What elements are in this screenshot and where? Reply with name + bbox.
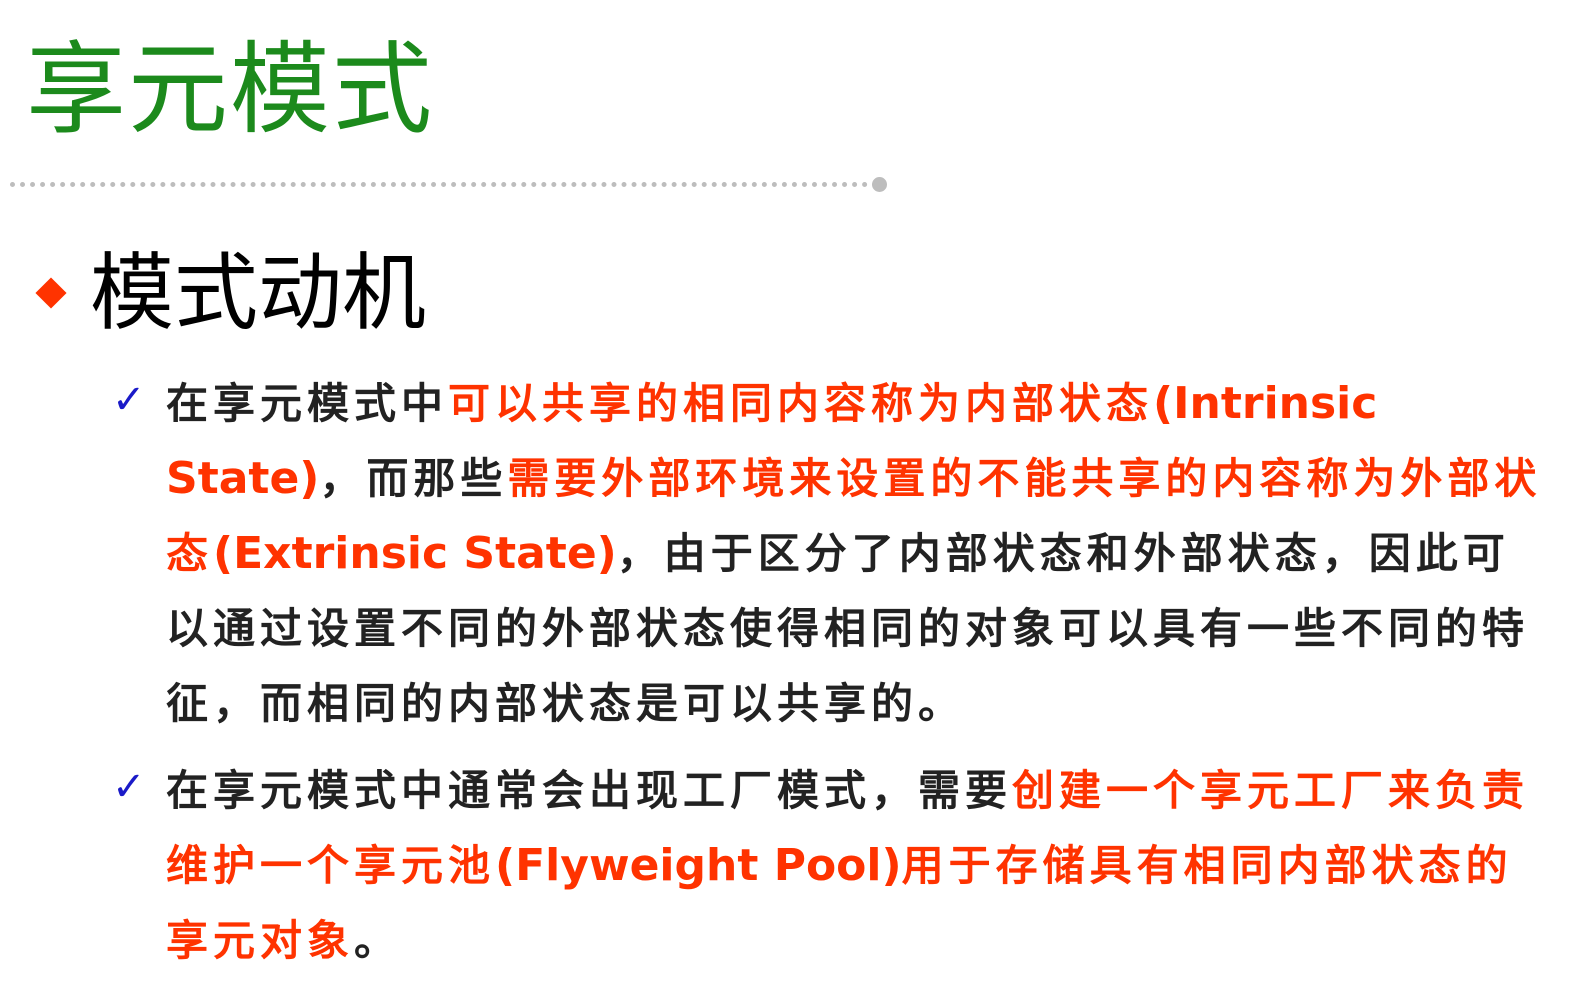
diamond-bullet-icon <box>35 277 67 309</box>
checkmark-icon: ✓ <box>112 764 146 810</box>
section-heading: 模式动机 <box>90 244 427 342</box>
bullet-2-term-flyweight-pool: (Flyweight Pool) <box>495 840 902 891</box>
bullet-1-text-a: 在享元模式中 <box>166 379 449 428</box>
bullet-paragraph-1: 在享元模式中可以共享的相同内容称为内部状态(Intrinsic State)，而… <box>166 366 1546 741</box>
bullet-1-text-b: ，而那些 <box>319 454 508 503</box>
bullet-2-text-a: 在享元模式中通常会出现工厂模式，需要 <box>166 766 1013 815</box>
bullet-1-term-extrinsic: (Extrinsic State) <box>213 528 617 579</box>
divider-end-dot <box>872 177 887 192</box>
bullet-paragraph-2: 在享元模式中通常会出现工厂模式，需要创建一个享元工厂来负责维护一个享元池(Fly… <box>166 753 1546 978</box>
slide-title: 享元模式 <box>26 31 434 148</box>
bullet-2-text-b: 。 <box>354 916 402 965</box>
checkmark-icon: ✓ <box>112 377 146 423</box>
title-divider <box>10 182 878 187</box>
bullet-1-highlight-a: 可以共享的相同内容称为内部状态 <box>448 379 1154 428</box>
